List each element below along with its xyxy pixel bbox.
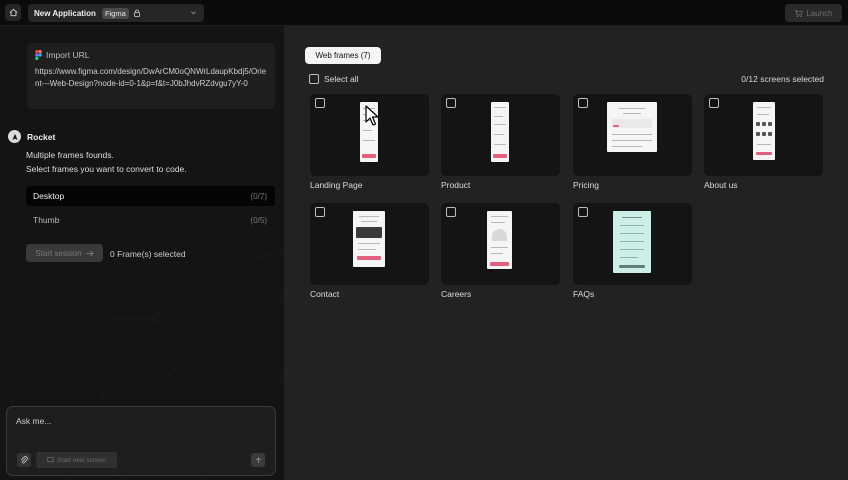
frames-panel: Web frames (7) Select all 0/12 screens s… [284,26,848,480]
top-bar: New Application Figma Launch [0,0,848,26]
launch-label: Launch [806,8,833,18]
lock-icon [133,9,141,17]
cart-icon [795,9,803,17]
send-button[interactable] [251,453,265,467]
agent-name: Rocket [27,131,56,142]
figma-icon [35,50,42,60]
paperclip-icon [20,456,28,464]
frame-thumbnail[interactable] [573,94,692,176]
frame-group-desktop[interactable]: Desktop (0/7) [26,186,275,206]
screens-selected-count: 0/12 screens selected [741,74,824,84]
frame-thumbnail[interactable] [704,94,823,176]
frame-card-label: Careers [441,289,472,299]
start-new-screen-label: Start new screen [57,456,106,464]
frame-card-pricing[interactable]: Pricing [573,94,692,190]
select-all-checkbox[interactable] [309,74,319,84]
screen-icon [47,457,54,462]
frames-selected-count: 0 Frame(s) selected [110,249,186,259]
select-all-label: Select all [324,74,359,84]
frame-thumbnail[interactable] [310,203,429,285]
frame-group-label: Desktop [33,191,65,201]
chat-panel: Import URL https://www.figma.com/design/… [0,26,284,480]
import-url-card: Import URL https://www.figma.com/design/… [27,43,275,109]
application-name: New Application [34,8,96,18]
chat-input-box[interactable]: Ask me... Start new screen [6,406,276,476]
chat-input-placeholder: Ask me... [16,416,52,426]
attach-button[interactable] [17,453,31,467]
frame-thumbnail[interactable] [441,94,560,176]
send-icon [255,456,261,463]
frame-card-label: Landing Page [310,180,363,190]
figma-url-text: https://www.figma.com/design/DwArCM0oQNW… [35,67,267,88]
frame-card-label: FAQs [573,289,595,299]
frame-checkbox[interactable] [315,207,325,217]
launch-button[interactable]: Launch [785,4,842,22]
frame-group-label: Thumb [33,215,60,225]
page-preview [613,211,651,273]
frame-checkbox[interactable] [446,207,456,217]
start-session-button[interactable]: Start session [26,244,103,262]
page-preview [607,102,657,152]
frame-group-thumb[interactable]: Thumb (0/5) [26,210,275,230]
frame-checkbox[interactable] [446,98,456,108]
page-preview [487,211,512,269]
frame-card-label: Contact [310,289,340,299]
application-selector[interactable]: New Application Figma [28,4,204,22]
frame-group-count: (0/5) [250,215,267,225]
frame-checkbox[interactable] [315,98,325,108]
home-button[interactable] [5,4,21,21]
home-icon [9,8,17,17]
agent-message-line-2: Select frames you want to convert to cod… [26,164,187,174]
arrow-right-icon [86,250,94,256]
start-session-label: Start session [35,248,82,258]
tab-web-frames[interactable]: Web frames (7) [305,47,381,64]
import-url-label: Import URL [46,50,90,60]
frame-checkbox[interactable] [578,207,588,217]
frame-card-product[interactable]: Product [441,94,560,190]
frame-group-list: Desktop (0/7) Thumb (0/5) [26,186,275,234]
page-preview [753,102,775,160]
rocket-icon [8,130,21,143]
frame-thumbnail[interactable] [441,203,560,285]
frame-checkbox[interactable] [578,98,588,108]
frame-card-contact[interactable]: Contact [310,203,429,299]
select-all[interactable]: Select all [309,74,359,84]
page-preview [353,211,385,267]
frame-card-label: About us [704,180,738,190]
frame-card-label: Pricing [573,180,599,190]
start-new-screen-button[interactable]: Start new screen [36,452,117,468]
frame-checkbox[interactable] [709,98,719,108]
cursor-icon [365,105,379,126]
chevron-down-icon [190,9,197,16]
frame-card-label: Product [441,180,471,190]
figma-badge: Figma [101,7,129,19]
frame-card-about-us[interactable]: About us [704,94,823,190]
frame-thumbnail[interactable] [573,203,692,285]
page-preview [491,102,509,162]
frame-card-careers[interactable]: Careers [441,203,560,299]
frame-card-faqs[interactable]: FAQs [573,203,692,299]
agent-message-line-1: Multiple frames founds. [26,150,114,160]
frame-group-count: (0/7) [250,191,267,201]
agent-header: Rocket [8,130,55,143]
